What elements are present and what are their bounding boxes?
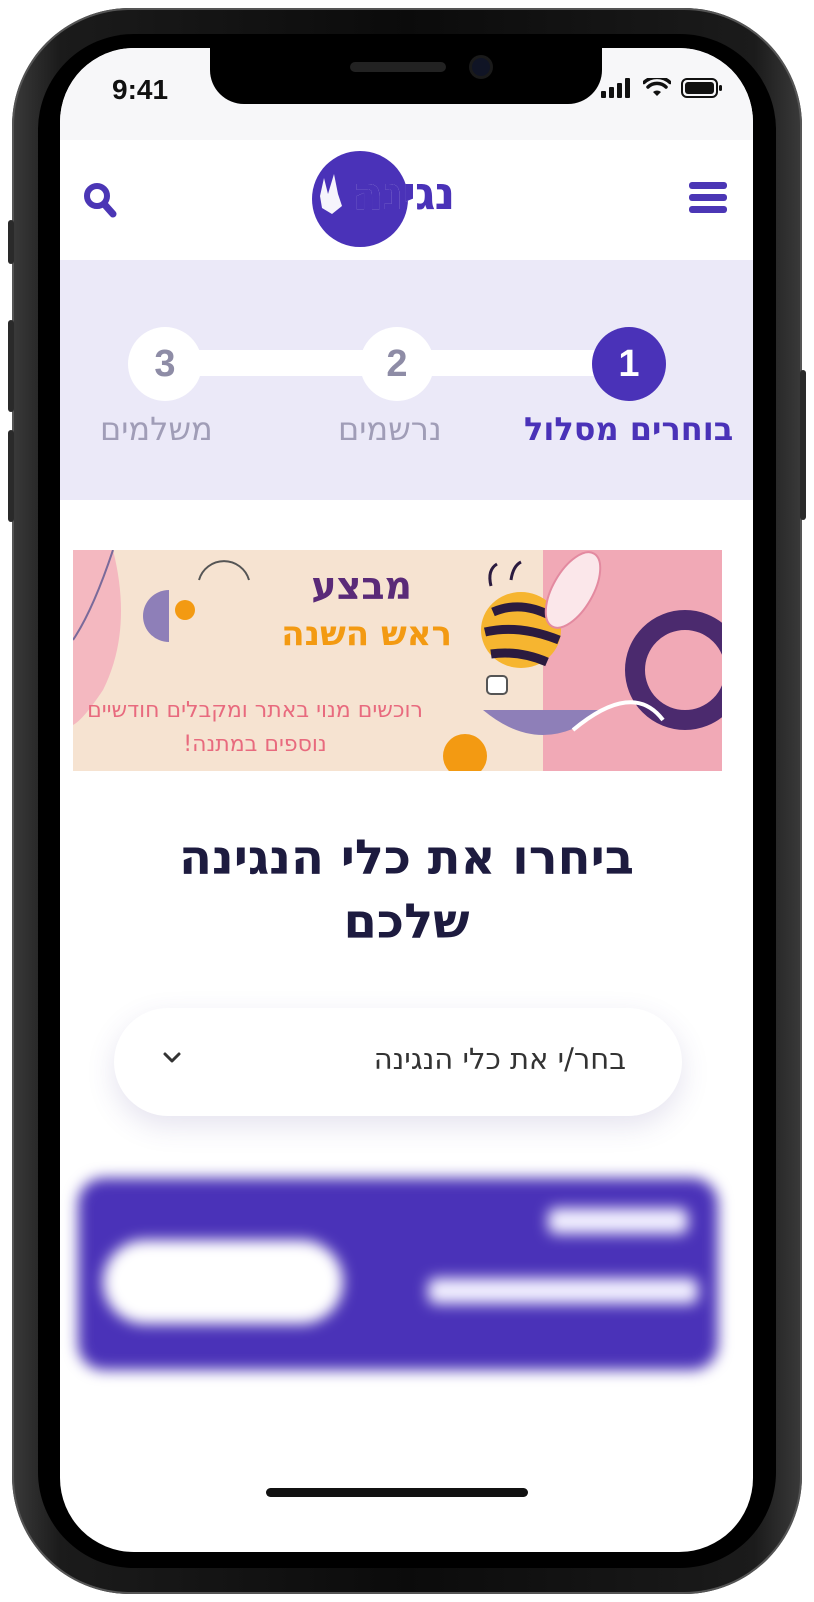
battery-icon [681,78,722,98]
chevron-down-icon [163,1052,181,1063]
card-text-placeholder [428,1278,698,1304]
logo-text: נגינה [352,166,455,220]
banner-text: רוכשים מנוי באתר ומקבלים חודשיים נוספים … [87,698,423,757]
banner-subtitle: ראש השנה [281,614,452,654]
page-title-line-2: שלכם [343,894,470,950]
status-time: 9:41 [112,74,169,105]
site-logo[interactable]: נגינה [310,148,490,248]
hamburger-icon [689,182,727,189]
step-3-circle: 3 [128,327,202,401]
power-button [800,370,806,520]
step-1-label: בוחרים מסלול [524,410,734,448]
step-2-circle: 2 [360,327,434,401]
page-title: ביחרו את כלי הנגינה שלכם [100,826,713,954]
status-icons [601,78,723,98]
search-button[interactable] [82,180,118,220]
promo-banner[interactable]: מבצע ראש השנה רוכשים מנוי באתר ומקבלים ח… [73,550,722,771]
speaker [350,62,446,72]
card-button-placeholder [103,1240,343,1324]
step-1-circle: 1 [592,327,666,401]
home-indicator [266,1488,528,1497]
volume-up-button [8,320,14,412]
front-camera [472,58,490,76]
card-title-placeholder [548,1208,688,1234]
wifi-icon [643,78,671,96]
mute-switch [8,220,14,264]
step-2-label: נרשמים [338,410,442,448]
screen: 9:41 נגינה 3 2 1 משלמים נרשמים בוחרים מס… [60,48,753,1552]
site-header: נגינה [60,140,753,260]
volume-down-button [8,430,14,522]
instrument-select[interactable]: בחר/י את כלי הנגינה [114,1008,682,1116]
progress-stepper: 3 2 1 משלמים נרשמים בוחרים מסלול [60,260,753,500]
hamburger-line [689,206,727,213]
search-icon [84,183,117,218]
menu-button[interactable] [689,182,727,218]
hamburger-line [689,194,727,201]
notch [210,48,602,104]
page-title-line-1: ביחרו את כלי הנגינה [178,830,634,886]
plan-card-blurred [78,1178,718,1370]
instrument-select-label: בחר/י את כלי הנגינה [373,1042,626,1076]
banner-title: מבצע [311,564,412,608]
step-3-label: משלמים [100,410,213,448]
signal-icon [601,78,630,98]
